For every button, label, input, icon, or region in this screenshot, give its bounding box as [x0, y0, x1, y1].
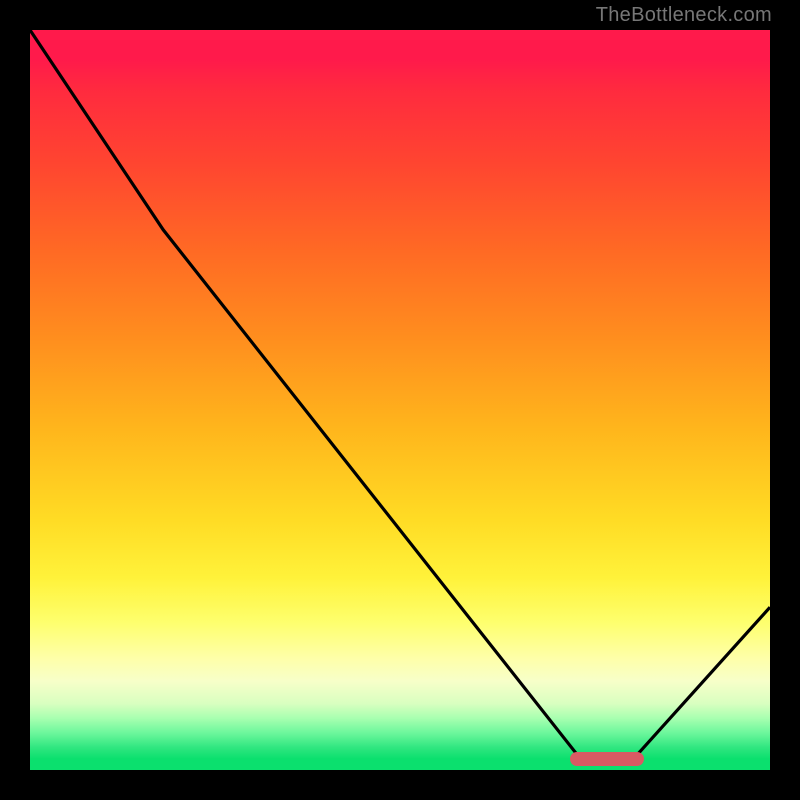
optimal-range-marker [570, 752, 644, 766]
curve-path [30, 30, 770, 755]
watermark-text: TheBottleneck.com [596, 4, 772, 27]
bottleneck-curve [30, 30, 770, 770]
chart-frame: TheBottleneck.com [0, 0, 800, 800]
plot-area [30, 30, 770, 770]
